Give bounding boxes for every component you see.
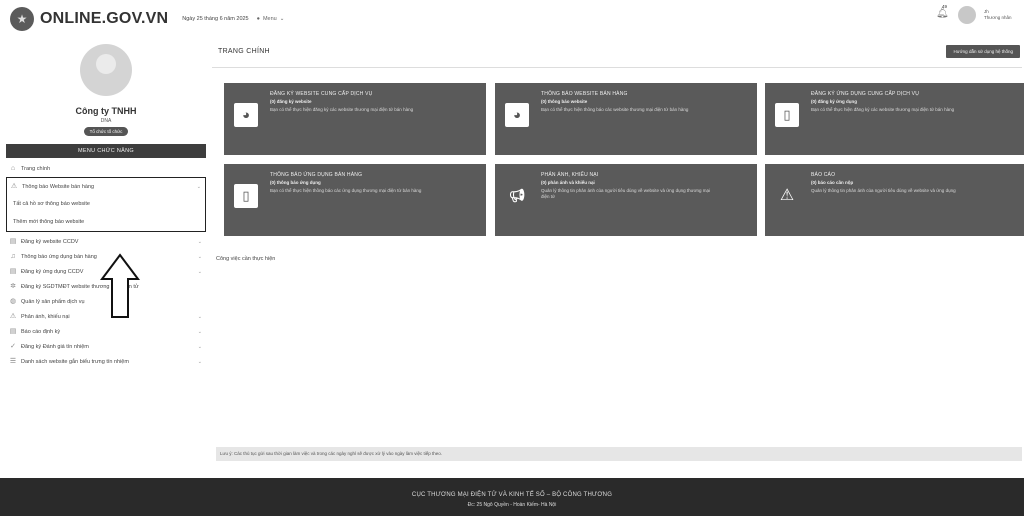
- chevron-down-icon: ⌄: [196, 183, 201, 190]
- card-count: (0) đăng ký ứng dụng: [811, 99, 858, 104]
- sidebar-item-label: Thông báo Website bán hàng: [22, 183, 95, 190]
- chevron-down-icon: ⌄: [197, 253, 202, 260]
- chevron-down-icon: ⌄: [197, 313, 202, 320]
- chevron-down-icon: ⌄: [197, 343, 202, 350]
- title-divider: [212, 67, 1022, 68]
- profile-block: Công ty TNHH DNA Tổ chức tố chức: [0, 38, 212, 136]
- user-meta[interactable]: Jh Thương nhân: [984, 9, 1018, 21]
- sidebar-item-trust-rating[interactable]: ✓ Đăng ký Đánh giá tín nhiệm ⌄: [6, 339, 206, 354]
- footer-agency: CỤC THƯƠNG MẠI ĐIỆN TỬ VÀ KINH TẾ SỐ – B…: [411, 492, 613, 498]
- card-title: ĐĂNG KÝ ỨNG DỤNG CUNG CẤP DỊCH VỤ: [811, 91, 920, 97]
- menu-dot-icon: ●: [256, 16, 260, 22]
- sidebar-item-label: Quản lý sản phẩm dịch vụ: [21, 298, 85, 305]
- notification-bell-icon[interactable]: 🔔︎ 49: [936, 4, 950, 22]
- top-header: ★ ONLINE.GOV.VN Ngày 25 tháng 6 năm 2025…: [0, 0, 1024, 38]
- card-website-sales-notice[interactable]: ◕ THÔNG BÁO WEBSITE BÁN HÀNG (0) thông b…: [495, 83, 757, 155]
- globe-icon: ◕: [505, 103, 529, 127]
- sidebar-item-label: Trang chính: [21, 165, 51, 172]
- card-description: Bạn có thể thực hiện đăng ký các website…: [811, 107, 955, 112]
- site-title[interactable]: ONLINE.GOV.VN: [40, 10, 168, 28]
- sidebar-item-label: Phản ánh, khiếu nại: [21, 313, 70, 320]
- sidebar-item-reports[interactable]: ▤ Báo cáo định kỳ ⌄: [6, 324, 206, 339]
- sidebar-item-home[interactable]: ⌂ Trang chính: [6, 161, 206, 176]
- submenu-add-notice[interactable]: Thêm mới thông báo website: [7, 213, 205, 231]
- sidebar-group-website-notice: ⚠ Thông báo Website bán hàng ⌄ Tất cả hồ…: [6, 177, 206, 232]
- chevron-down-icon: ⌄: [197, 238, 202, 245]
- chevron-down-icon: ⌄: [197, 358, 202, 365]
- home-icon: ⌂: [10, 164, 16, 172]
- user-role: Thương nhân: [984, 15, 1012, 20]
- card-complaints[interactable]: 📢︎ PHẢN ÁNH, KHIẾU NẠI (0) phản ánh và k…: [495, 164, 757, 236]
- sidebar-item-trust-list[interactable]: ☰ Danh sách website gắn biểu trưng tín n…: [6, 354, 206, 369]
- card-title: THÔNG BÁO WEBSITE BÁN HÀNG: [541, 91, 628, 97]
- notice-bar: Lưu ý: Các thủ tục gửi sau thời gian làm…: [216, 447, 1022, 461]
- profile-avatar: [80, 44, 132, 96]
- sidebar-item-label: Đăng ký ứng dụng CCDV: [21, 268, 84, 275]
- sidebar-item-register-website[interactable]: ▤ Đăng ký website CCDV ⌄: [6, 234, 206, 249]
- header-menu-toggle[interactable]: ● Menu ⌄: [257, 16, 285, 22]
- notification-count: 49: [942, 4, 948, 9]
- sidebar-item-label: Thông báo ứng dụng bán hàng: [21, 253, 97, 260]
- list-icon: ☰: [9, 357, 17, 365]
- card-description: Bạn có thể thực hiện đăng ký các website…: [270, 107, 414, 112]
- bell-icon: ♫: [10, 252, 16, 260]
- gear-icon: ✲: [10, 282, 16, 290]
- company-sub: DNA: [100, 118, 112, 124]
- megaphone-icon: 📢︎: [505, 184, 529, 208]
- card-count: (0) đăng ký website: [270, 99, 312, 104]
- card-count: (0) thông báo ứng dụng: [270, 180, 321, 185]
- page-title: TRANG CHÍNH: [218, 48, 270, 55]
- document-icon: ▤: [9, 327, 17, 335]
- emblem-logo-icon[interactable]: ★: [10, 7, 34, 31]
- annotation-up-arrow-icon: [100, 253, 140, 318]
- card-description: Quản lý thông tin phản ánh của người tiê…: [541, 188, 711, 199]
- warning-icon: ⚠: [9, 312, 17, 320]
- warning-icon: ⚠: [10, 182, 18, 190]
- sidebar-item-label: Đăng ký website CCDV: [21, 238, 79, 245]
- phone-icon: ▯: [234, 184, 258, 208]
- user-avatar[interactable]: [958, 6, 976, 24]
- phone-icon: ▯: [775, 103, 799, 127]
- menu-header: MENU CHỨC NĂNG: [6, 144, 206, 158]
- document-icon: ▤: [9, 267, 17, 275]
- globe-icon: ◍: [9, 297, 17, 305]
- sidebar-item-website-notice[interactable]: ⚠ Thông báo Website bán hàng ⌄: [7, 178, 205, 195]
- card-title: ĐĂNG KÝ WEBSITE CUNG CẤP DỊCH VỤ: [270, 91, 373, 97]
- main-content: TRANG CHÍNH Hướng dẫn sử dụng hệ thống ◕…: [212, 38, 1024, 478]
- card-description: Bạn có thể thực hiện thông báo các websi…: [541, 107, 689, 112]
- card-title: THÔNG BÁO ỨNG DỤNG BÁN HÀNG: [270, 172, 363, 178]
- submenu-all-notices[interactable]: Tất cả hồ sơ thông báo website: [7, 195, 205, 213]
- user-guide-button[interactable]: Hướng dẫn sử dụng hệ thống: [946, 45, 1020, 58]
- sidebar-item-label: Danh sách website gắn biểu trưng tín nhi…: [21, 358, 129, 365]
- warning-icon: ⚠: [775, 184, 799, 208]
- card-title: PHẢN ÁNH, KHIẾU NẠI: [541, 172, 599, 178]
- footer-address: Đc: 25 Ngô Quyền - Hoàn Kiếm- Hà Nội: [467, 502, 557, 508]
- globe-icon: ◕: [234, 103, 258, 127]
- sidebar-item-label: Đăng ký Đánh giá tín nhiệm: [21, 343, 89, 350]
- card-count: (0) thông báo website: [541, 99, 588, 104]
- footer: CỤC THƯƠNG MẠI ĐIỆN TỬ VÀ KINH TẾ SỐ – B…: [0, 478, 1024, 516]
- header-date: Ngày 25 tháng 6 năm 2025: [182, 16, 249, 22]
- card-register-app-service[interactable]: ▯ ĐĂNG KÝ ỨNG DỤNG CUNG CẤP DỊCH VỤ (0) …: [765, 83, 1024, 155]
- check-icon: ✓: [10, 342, 16, 350]
- card-count: (0) phản ánh và khiếu nại: [541, 180, 595, 185]
- chevron-down-icon: ⌄: [279, 16, 285, 22]
- sidebar-item-label: Báo cáo định kỳ: [21, 328, 61, 335]
- role-badge: Tổ chức tố chức: [83, 127, 129, 136]
- document-icon: ▤: [9, 237, 17, 245]
- card-count: (0) báo cáo cần nộp: [811, 180, 854, 185]
- card-register-website-service[interactable]: ◕ ĐĂNG KÝ WEBSITE CUNG CẤP DỊCH VỤ (0) đ…: [224, 83, 486, 155]
- card-app-sales-notice[interactable]: ▯ THÔNG BÁO ỨNG DỤNG BÁN HÀNG (0) thông …: [224, 164, 486, 236]
- chevron-down-icon: ⌄: [197, 328, 202, 335]
- chevron-down-icon: ⌄: [197, 268, 202, 275]
- card-description: Bạn có thể thực hiện thông báo các ứng d…: [270, 188, 422, 193]
- header-menu-label: Menu: [262, 16, 277, 22]
- card-title: BÁO CÁO: [811, 172, 836, 178]
- card-reports[interactable]: ⚠ BÁO CÁO (0) báo cáo cần nộp Quản lý th…: [765, 164, 1024, 236]
- todo-section-label: Công việc cần thực hiện: [216, 256, 276, 262]
- card-description: Quản lý thông tin phản ánh của người tiê…: [811, 188, 956, 193]
- company-name: Công ty TNHH: [75, 106, 137, 116]
